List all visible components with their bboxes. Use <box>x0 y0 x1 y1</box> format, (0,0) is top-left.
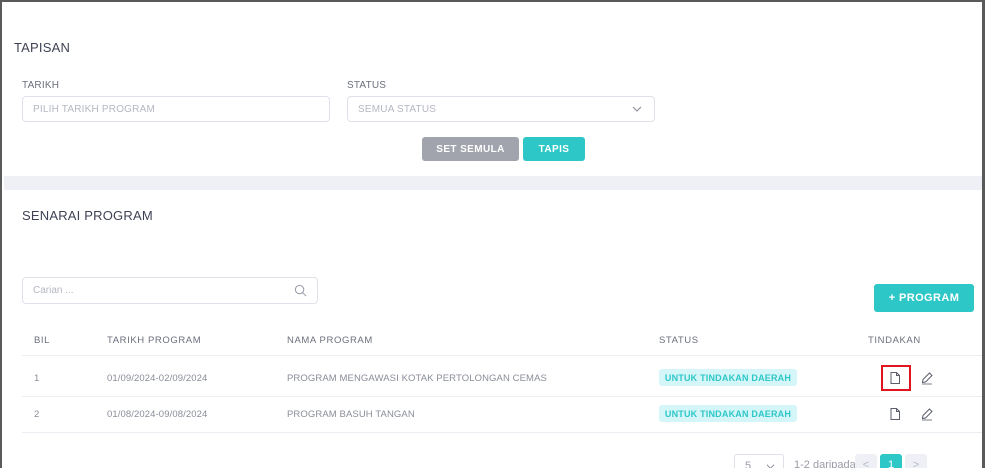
add-program-button[interactable]: + PROGRAM <box>874 284 974 312</box>
status-badge: UNTUK TINDAKAN DAERAH <box>659 369 797 386</box>
list-title: SENARAI PROGRAM <box>22 208 153 223</box>
next-page-button[interactable]: > <box>905 454 927 468</box>
row-date: 01/09/2024-02/09/2024 <box>107 373 208 384</box>
chevron-down-icon <box>632 106 642 112</box>
row-date: 01/08/2024-09/08/2024 <box>107 409 208 420</box>
column-header-date: TARIKH PROGRAM <box>107 335 202 346</box>
app-frame: TAPISAN TARIKH PILIH TARIKH PROGRAM STAT… <box>0 0 985 468</box>
page-1-button[interactable]: 1 <box>880 454 902 468</box>
page-size-value: 5 <box>745 460 752 468</box>
row-bil: 1 <box>34 373 40 384</box>
search-icon[interactable] <box>294 284 307 297</box>
status-badge: UNTUK TINDAKAN DAERAH <box>659 405 797 422</box>
page-size-select[interactable]: 5 <box>734 454 784 468</box>
search-placeholder: Carian ... <box>33 285 74 296</box>
column-header-actions: TINDAKAN <box>868 335 921 346</box>
view-document-icon[interactable] <box>888 407 902 421</box>
reset-button[interactable]: SET SEMULA <box>422 137 519 161</box>
prev-page-button[interactable]: < <box>855 454 877 468</box>
header-divider <box>22 355 982 356</box>
filter-title: TAPISAN <box>14 40 71 55</box>
column-header-name: NAMA PROGRAM <box>287 335 373 346</box>
row-divider <box>22 432 982 433</box>
status-select-value: SEMUA STATUS <box>358 103 437 115</box>
column-header-bil: BIL <box>34 335 51 346</box>
section-divider <box>4 176 984 190</box>
status-select[interactable]: SEMUA STATUS <box>347 96 655 122</box>
edit-icon[interactable] <box>920 407 934 421</box>
highlight-annotation <box>881 365 911 391</box>
chevron-down-icon <box>766 464 775 468</box>
row-bil: 2 <box>34 409 40 420</box>
date-label: TARIKH <box>22 80 60 91</box>
date-input[interactable]: PILIH TARIKH PROGRAM <box>22 96 330 122</box>
date-placeholder: PILIH TARIKH PROGRAM <box>33 103 155 115</box>
status-label: STATUS <box>347 80 387 91</box>
search-input[interactable]: Carian ... <box>22 277 318 304</box>
edit-icon[interactable] <box>920 371 934 385</box>
row-name: PROGRAM BASUH TANGAN <box>287 409 415 420</box>
column-header-status: STATUS <box>659 335 699 346</box>
row-name: PROGRAM MENGAWASI KOTAK PERTOLONGAN CEMA… <box>287 373 547 384</box>
filter-button[interactable]: TAPIS <box>523 137 585 161</box>
row-divider <box>22 396 982 397</box>
